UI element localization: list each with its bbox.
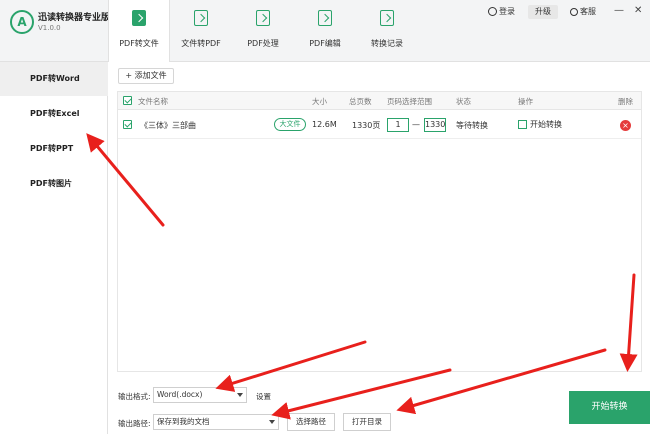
service-button[interactable]: 客服 bbox=[570, 6, 596, 17]
header-pages: 总页数 bbox=[349, 97, 372, 106]
user-icon bbox=[488, 7, 497, 16]
table-header: 文件名称 大小 总页数 页码选择范围 状态 操作 删除 bbox=[118, 92, 641, 110]
tab-convert-history[interactable]: 转换记录 bbox=[356, 0, 418, 62]
table-row: 《三体》三部曲 大文件 12.6M 1330页 1 — 1330 等待转换 开始… bbox=[118, 111, 641, 139]
header-name: 文件名称 bbox=[138, 97, 168, 106]
chevron-down-icon bbox=[269, 420, 275, 424]
page-count: 1330页 bbox=[352, 121, 381, 130]
add-file-button[interactable]: + 添加文件 bbox=[118, 68, 174, 84]
output-path-select[interactable]: 保存到我的文档 bbox=[153, 414, 279, 430]
pdf-to-file-icon bbox=[132, 10, 146, 26]
tab-pdf-edit[interactable]: PDF编辑 bbox=[294, 0, 356, 62]
convert-icon bbox=[518, 120, 527, 129]
open-directory-button[interactable]: 打开目录 bbox=[343, 413, 391, 431]
history-icon bbox=[380, 10, 394, 26]
close-button[interactable]: ✕ bbox=[634, 5, 642, 16]
delete-icon[interactable]: × bbox=[620, 120, 631, 131]
pdf-edit-icon bbox=[318, 10, 332, 26]
pdf-process-icon bbox=[256, 10, 270, 26]
service-label: 客服 bbox=[580, 7, 596, 16]
tab-file-to-pdf[interactable]: 文件转PDF bbox=[170, 0, 232, 62]
header-status: 状态 bbox=[456, 97, 471, 106]
sidebar-item-pdf-to-excel[interactable]: PDF转Excel bbox=[0, 97, 108, 131]
login-label: 登录 bbox=[499, 7, 515, 16]
tab-label: 文件转PDF bbox=[181, 39, 221, 48]
arrow-to-path bbox=[271, 368, 452, 420]
app-logo-icon: A bbox=[10, 10, 34, 34]
output-format-select[interactable]: Word(.docx) bbox=[153, 387, 247, 403]
app-title: 迅读转换器专业版 bbox=[38, 13, 111, 23]
header-action: 操作 bbox=[518, 97, 533, 106]
output-format-label: 输出格式: bbox=[118, 392, 151, 401]
file-to-pdf-icon bbox=[194, 10, 208, 26]
tab-label: PDF编辑 bbox=[309, 39, 341, 48]
tab-label: PDF转文件 bbox=[119, 39, 159, 48]
tab-pdf-process[interactable]: PDF处理 bbox=[232, 0, 294, 62]
title-bar: A 迅读转换器专业版 V1.0.0 PDF转文件 文件转PDF PDF处理 PD… bbox=[0, 0, 650, 62]
tab-label: PDF处理 bbox=[247, 39, 279, 48]
sidebar-item-pdf-to-word[interactable]: PDF转Word bbox=[0, 62, 108, 96]
start-convert-label: 开始转换 bbox=[530, 120, 562, 129]
sidebar: PDF转Word PDF转Excel PDF转PPT PDF转图片 bbox=[0, 62, 108, 434]
large-file-badge: 大文件 bbox=[274, 118, 306, 131]
tab-pdf-to-file[interactable]: PDF转文件 bbox=[108, 0, 170, 62]
file-name: 《三体》三部曲 bbox=[140, 121, 196, 130]
headset-icon bbox=[570, 7, 578, 16]
sidebar-item-pdf-to-ppt[interactable]: PDF转PPT bbox=[0, 132, 108, 166]
start-convert-button[interactable]: 开始转换 bbox=[569, 391, 650, 424]
app-version: V1.0.0 bbox=[38, 24, 61, 32]
select-all-checkbox[interactable] bbox=[123, 96, 132, 105]
file-size: 12.6M bbox=[312, 120, 337, 129]
range-dash: — bbox=[412, 120, 420, 129]
header-size: 大小 bbox=[312, 97, 327, 106]
header-delete: 删除 bbox=[618, 97, 633, 106]
sidebar-item-pdf-to-image[interactable]: PDF转图片 bbox=[0, 167, 108, 201]
header-range: 页码选择范围 bbox=[387, 97, 432, 106]
output-path-value: 保存到我的文档 bbox=[157, 417, 210, 426]
minimize-button[interactable]: — bbox=[614, 5, 624, 16]
login-button[interactable]: 登录 bbox=[488, 6, 515, 17]
page-from-input[interactable]: 1 bbox=[387, 118, 409, 132]
file-table: 文件名称 大小 总页数 页码选择范围 状态 操作 删除 《三体》三部曲 大文件 … bbox=[117, 91, 642, 372]
output-format-value: Word(.docx) bbox=[157, 390, 203, 399]
tab-label: 转换记录 bbox=[371, 39, 403, 48]
upgrade-button[interactable]: 升级 bbox=[528, 5, 558, 19]
settings-link[interactable]: 设置 bbox=[256, 391, 271, 402]
status-text: 等待转换 bbox=[456, 121, 488, 130]
output-path-label: 输出路径: bbox=[118, 419, 151, 428]
chevron-down-icon bbox=[237, 393, 243, 397]
page-to-input[interactable]: 1330 bbox=[424, 118, 446, 132]
row-checkbox[interactable] bbox=[123, 120, 132, 129]
start-convert-link[interactable]: 开始转换 bbox=[518, 119, 562, 130]
choose-path-button[interactable]: 选择路径 bbox=[287, 413, 335, 431]
